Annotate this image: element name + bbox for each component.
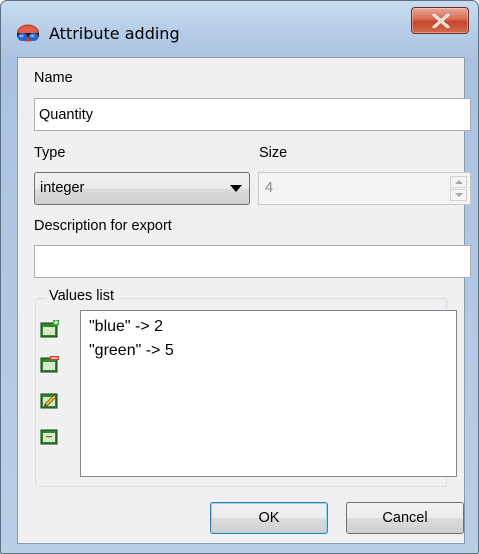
ok-button[interactable]: OK xyxy=(210,502,328,534)
clear-values-icon xyxy=(40,429,58,445)
size-decrement-button[interactable] xyxy=(450,189,467,201)
remove-value-button[interactable] xyxy=(40,355,60,373)
arrow-up-icon xyxy=(455,180,463,184)
dialog-body: Name Type Size integer 4 Description for… xyxy=(17,57,471,544)
size-increment-button[interactable] xyxy=(450,176,467,188)
remove-value-icon xyxy=(40,356,59,373)
values-list-title: Values list xyxy=(46,288,118,304)
values-listbox[interactable]: "blue" -> 2 "green" -> 5 xyxy=(80,310,457,477)
edit-value-button[interactable] xyxy=(40,391,60,409)
add-value-icon xyxy=(40,319,59,338)
window-title: Attribute adding xyxy=(49,24,180,43)
cancel-button[interactable]: Cancel xyxy=(346,502,464,534)
clear-values-button[interactable] xyxy=(40,427,60,445)
title-bar[interactable]: Attribute adding xyxy=(1,1,478,57)
description-input[interactable] xyxy=(34,245,471,278)
size-spinbox-value: 4 xyxy=(265,180,274,196)
list-item[interactable]: "blue" -> 2 xyxy=(89,315,456,339)
size-label: Size xyxy=(259,145,288,161)
arrow-down-icon xyxy=(455,193,463,197)
size-spinbox[interactable]: 4 xyxy=(258,172,471,205)
close-button[interactable] xyxy=(411,7,469,34)
add-value-button[interactable] xyxy=(40,319,60,338)
list-item[interactable]: "green" -> 5 xyxy=(89,339,456,363)
name-input[interactable] xyxy=(34,98,471,131)
edit-value-icon xyxy=(40,393,58,409)
type-select-value: integer xyxy=(40,180,85,196)
type-select[interactable]: integer xyxy=(34,172,250,205)
type-label: Type xyxy=(34,145,66,161)
description-label: Description for export xyxy=(34,218,172,234)
attribute-adding-dialog: Attribute adding Name Type Size integer … xyxy=(0,0,479,554)
stereo-glasses-icon xyxy=(16,24,40,44)
close-x-icon xyxy=(432,14,450,28)
chevron-down-icon xyxy=(230,185,242,192)
name-label: Name xyxy=(34,70,73,86)
